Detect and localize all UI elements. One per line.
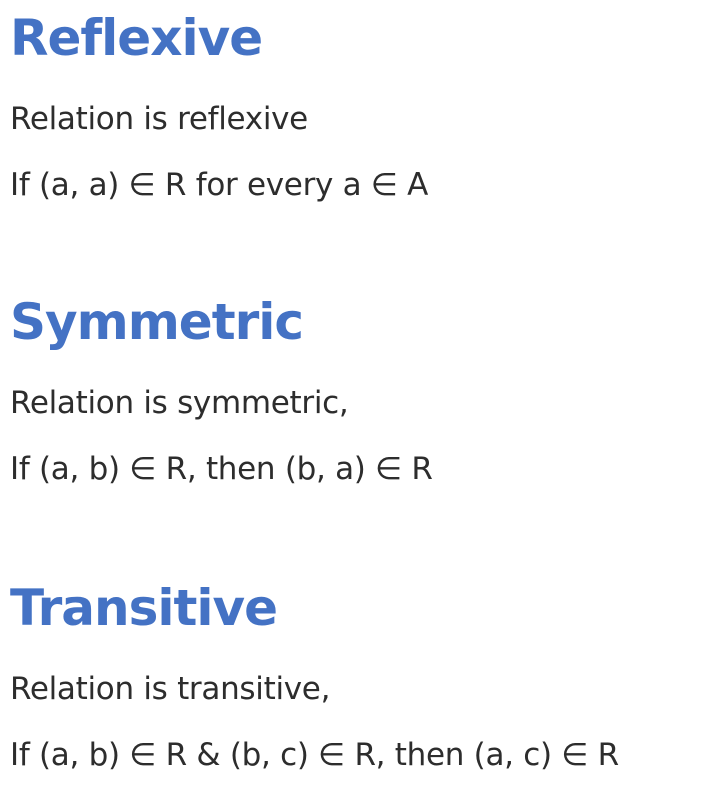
symmetric-condition: If (a, b) ∈ R, then (b, a) ∈ R	[10, 451, 433, 487]
section-symmetric: Symmetric Relation is symmetric, If (a, …	[10, 292, 710, 487]
reflexive-description: Relation is reflexive	[10, 101, 308, 137]
section-heading-symmetric: Symmetric	[10, 293, 304, 351]
section-heading-reflexive: Reflexive	[10, 9, 263, 67]
section-heading-transitive: Transitive	[10, 579, 278, 637]
section-transitive: Transitive Relation is transitive, If (a…	[10, 578, 710, 773]
reflexive-condition: If (a, a) ∈ R for every a ∈ A	[10, 167, 429, 203]
transitive-description: Relation is transitive,	[10, 671, 331, 707]
symmetric-description: Relation is symmetric,	[10, 385, 349, 421]
transitive-condition: If (a, b) ∈ R & (b, c) ∈ R, then (a, c) …	[10, 737, 619, 773]
section-reflexive: Reflexive Relation is reflexive If (a, a…	[10, 8, 710, 203]
